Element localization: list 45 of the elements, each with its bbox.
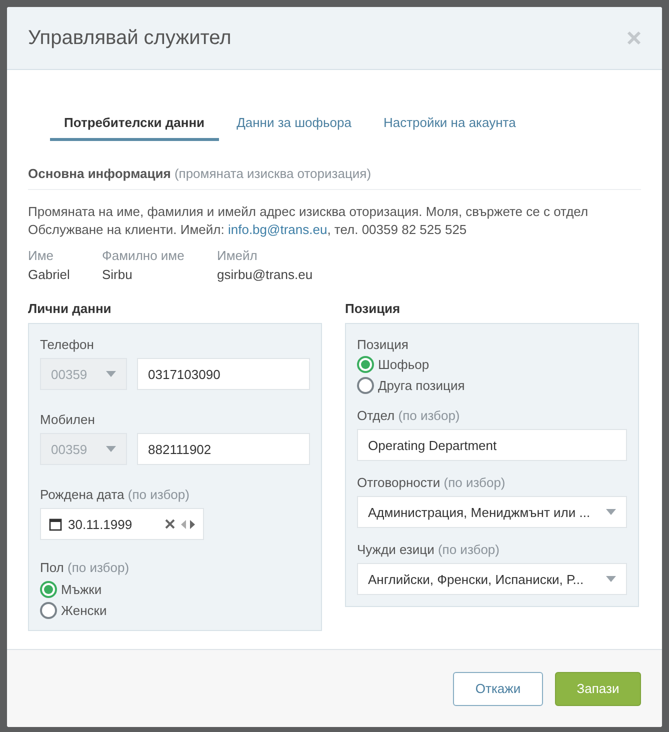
field-label: Отдел (по избор) bbox=[357, 408, 461, 423]
radio-button[interactable] bbox=[40, 581, 57, 598]
field-label: Пол (по избор) bbox=[40, 560, 130, 575]
caret-icon bbox=[106, 371, 116, 377]
radio-label: Шофьор bbox=[378, 357, 430, 372]
caret-icon bbox=[606, 509, 616, 515]
select-field[interactable]: Английски, Френски, Испаниски, Р... bbox=[357, 563, 627, 595]
field-label: Имейл bbox=[217, 248, 258, 263]
tab[interactable]: Потребителски данни bbox=[50, 112, 219, 141]
text-input[interactable]: Operating Department bbox=[357, 429, 627, 461]
section-heading: Основна информация (промяната изисква оторизация) bbox=[28, 166, 641, 190]
field-label: Рождена дата (по избор) bbox=[40, 487, 190, 502]
radio-label: Друга позиция bbox=[378, 378, 465, 393]
field-label: Име bbox=[28, 248, 55, 263]
dialog-title: Управлявай служител bbox=[28, 26, 232, 50]
field-label: Отговорности (по избор) bbox=[357, 475, 506, 490]
field-value: Sirbu bbox=[102, 267, 134, 282]
radio-button[interactable] bbox=[357, 377, 374, 394]
phone-input[interactable]: 882111902 bbox=[137, 433, 310, 465]
radio-button[interactable] bbox=[40, 602, 57, 619]
caret-icon bbox=[106, 446, 116, 452]
field-label: Чужди езици (по избор) bbox=[357, 542, 500, 557]
field-label: Мобилен bbox=[40, 412, 96, 427]
arrows-icon[interactable] bbox=[181, 520, 195, 528]
section-heading: Позиция bbox=[345, 301, 402, 316]
field-label: Телефон bbox=[40, 337, 95, 352]
caret-icon bbox=[606, 576, 616, 582]
authorization-message: Промяната на име, фамилия и имейл адрес изисква оторизация. Моля, свържете се с отдел Обслужване на клиенти. Имейл: info.bg@trans.eu, тел. 00359 82 525 525 bbox=[28, 203, 590, 239]
email-link[interactable]: info.bg@trans.eu bbox=[228, 222, 328, 237]
cancel-button[interactable]: Откажи bbox=[453, 672, 543, 706]
calendar-icon bbox=[49, 518, 62, 530]
radio-label: Мъжки bbox=[61, 582, 102, 597]
select-field[interactable]: Администрация, Мениджмънт или ... bbox=[357, 496, 627, 528]
radio-label: Женски bbox=[61, 603, 107, 618]
field-value: Gabriel bbox=[28, 267, 71, 282]
tab[interactable]: Данни за шофьора bbox=[222, 112, 366, 141]
tab[interactable]: Настройки на акаунта bbox=[369, 112, 530, 141]
clear-icon[interactable] bbox=[165, 519, 175, 529]
field-label: Фамилно име bbox=[102, 248, 186, 263]
phone-input[interactable]: 0317103090 bbox=[137, 358, 310, 390]
radio-button[interactable] bbox=[357, 356, 374, 373]
field-value: gsirbu@trans.eu bbox=[217, 267, 314, 282]
field-label: Позиция bbox=[357, 337, 410, 352]
date-field[interactable]: 30.11.1999 bbox=[40, 508, 204, 540]
section-heading: Лични данни bbox=[28, 301, 112, 316]
